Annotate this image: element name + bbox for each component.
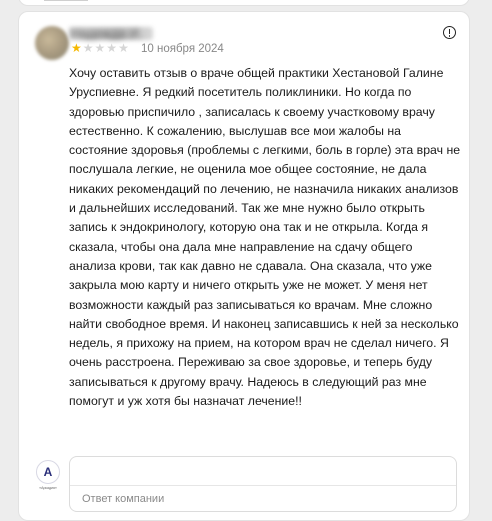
star-icon-4: ★: [106, 41, 118, 55]
info-circle-icon[interactable]: [443, 26, 456, 39]
review-card: Надежда И. ★ ★ ★ ★ ★ 10 ноября 2024 Хочу…: [18, 11, 470, 521]
previous-card-divider: [44, 0, 88, 1]
reply-divider: [70, 485, 456, 486]
star-icon-2: ★: [82, 41, 94, 55]
author-avatar[interactable]: [35, 26, 69, 60]
star-icon-5: ★: [118, 41, 129, 55]
company-logo-caption: «Аркадия»: [39, 486, 57, 490]
star-icon-3: ★: [94, 41, 106, 55]
company-logo: A: [36, 460, 60, 484]
company-reply-label: Ответ компании: [82, 493, 165, 505]
author-name[interactable]: Надежда И.: [71, 26, 153, 41]
company-reply-box: Ответ компании: [69, 456, 457, 512]
company-reply-input[interactable]: [70, 457, 456, 485]
review-text: Хочу оставить отзыв о враче общей практи…: [69, 66, 461, 409]
review-date: 10 ноября 2024: [141, 43, 224, 55]
rating-stars: ★ ★ ★ ★ ★: [71, 41, 129, 55]
star-icon-1: ★: [71, 41, 82, 55]
company-logo-letter: A: [43, 465, 53, 479]
